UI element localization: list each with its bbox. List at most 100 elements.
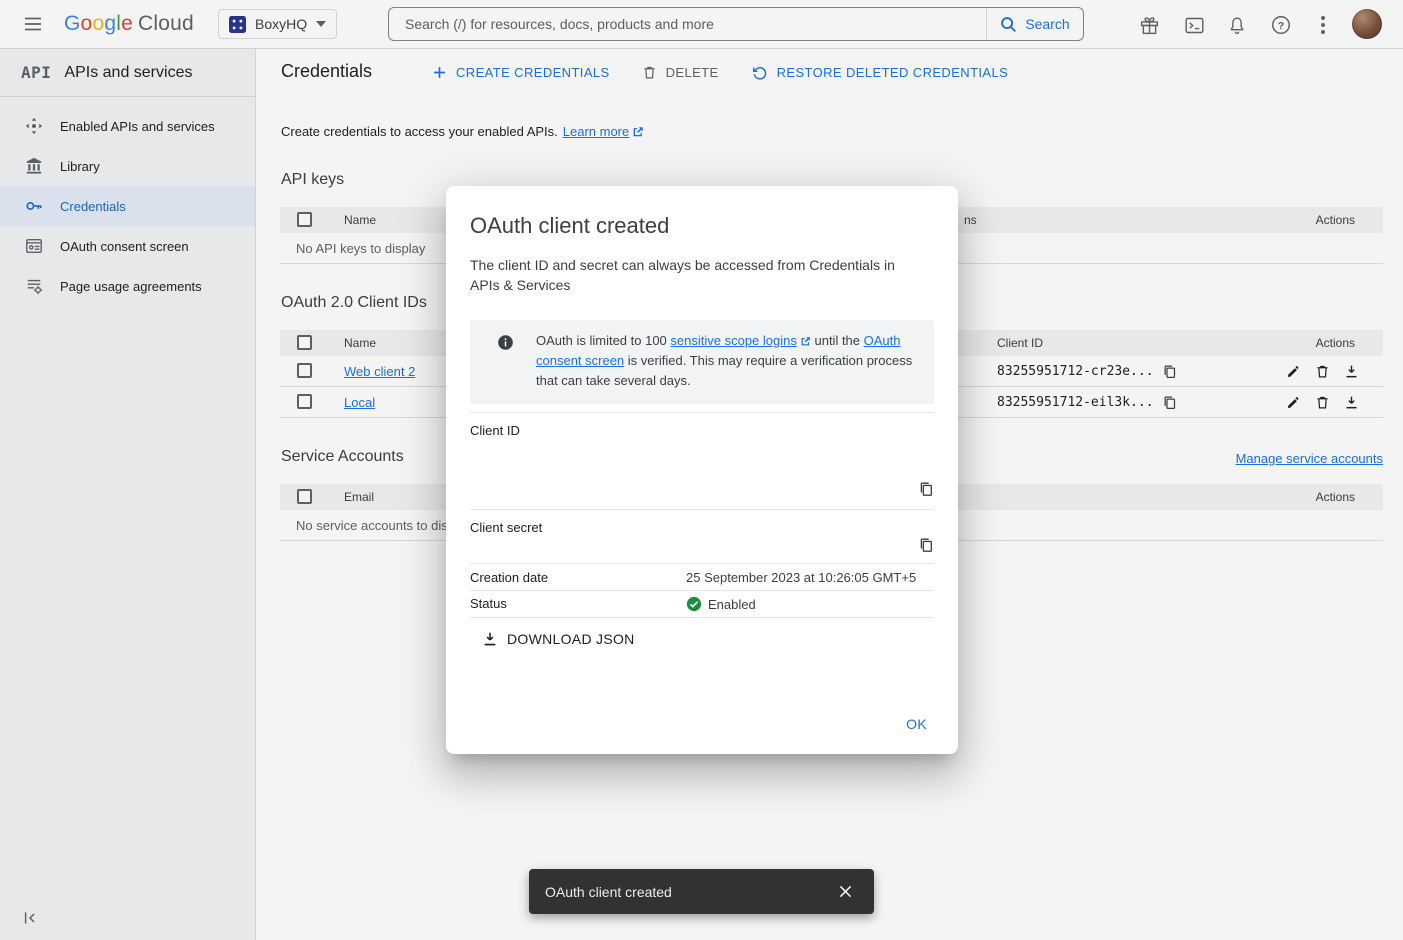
toast-message: OAuth client created (545, 884, 835, 900)
dialog-fields: Client ID Client secret (470, 412, 934, 618)
credentials-toolbar: CREATE CREDENTIALS DELETE RESTORE DELETE… (432, 49, 1008, 96)
column-header-actions: Actions (1316, 330, 1355, 356)
select-all-checkbox[interactable] (297, 212, 312, 227)
delete-icon (642, 65, 657, 80)
page-title: Credentials (281, 61, 372, 82)
creation-date-value: 25 September 2023 at 10:26:05 GMT+5 (686, 570, 934, 585)
sidebar-item-oauth-consent[interactable]: OAuth consent screen (0, 226, 255, 266)
sidebar-item-library[interactable]: Library (0, 146, 255, 186)
toast: OAuth client created (529, 869, 874, 914)
column-header-name: Name (344, 207, 376, 233)
copy-icon[interactable] (1162, 395, 1177, 410)
sidebar-item-label: OAuth consent screen (60, 239, 189, 254)
sidebar-item-credentials[interactable]: Credentials (0, 186, 255, 226)
copy-icon[interactable] (918, 481, 934, 497)
api-keys-heading: API keys (281, 171, 344, 189)
google-cloud-logo: Google Cloud (64, 0, 194, 48)
search-bar: Search (388, 7, 1084, 41)
hamburger-menu-icon[interactable] (18, 9, 48, 39)
status-value: Enabled (686, 596, 934, 612)
client-id-value: 83255951712-cr23e... (997, 364, 1154, 379)
help-icon[interactable]: ? (1268, 12, 1294, 38)
gift-icon[interactable] (1136, 12, 1162, 38)
check-circle-icon (686, 596, 702, 612)
more-vert-icon[interactable] (1313, 12, 1333, 38)
avatar[interactable] (1352, 9, 1382, 39)
cloud-logo-text: Cloud (138, 12, 194, 36)
enabled-apis-icon (25, 117, 43, 135)
ok-button[interactable]: OK (900, 712, 933, 736)
oauth-client-link[interactable]: Local (344, 395, 375, 410)
sidebar-item-page-usage[interactable]: Page usage agreements (0, 266, 255, 306)
api-logo: API (21, 63, 51, 82)
dialog-title: OAuth client created (470, 186, 934, 240)
search-button[interactable]: Search (986, 8, 1083, 40)
learn-more-link[interactable]: Learn more (563, 124, 644, 139)
project-icon (229, 16, 246, 33)
copy-icon[interactable] (918, 537, 934, 553)
plus-icon (432, 65, 447, 80)
row-checkbox[interactable] (297, 394, 312, 409)
sidebar-header: API APIs and services (0, 49, 255, 97)
download-json-button[interactable]: DOWNLOAD JSON (482, 628, 641, 650)
cloud-shell-icon[interactable] (1181, 12, 1207, 38)
search-input[interactable] (389, 8, 986, 40)
delete-icon[interactable] (1314, 363, 1330, 379)
column-header-name: Name (344, 330, 376, 356)
search-icon (1000, 16, 1017, 33)
close-icon[interactable] (835, 881, 856, 902)
creation-date-label: Creation date (470, 570, 686, 585)
library-icon (25, 157, 43, 175)
row-checkbox[interactable] (297, 363, 312, 378)
external-link-icon (800, 336, 811, 347)
download-icon[interactable] (1343, 363, 1359, 379)
google-cloud-console: Google Cloud BoxyHQ Search (0, 0, 1403, 940)
sidebar-nav: Enabled APIs and services Library Creden… (0, 97, 255, 306)
client-secret-row: Client secret (470, 509, 934, 563)
client-id-label: Client ID (470, 423, 686, 497)
client-secret-value-redacted (686, 520, 934, 553)
client-id-row: Client ID (470, 412, 934, 509)
info-text: OAuth is limited to 100 sensitive scope … (536, 331, 924, 391)
delete-icon[interactable] (1314, 394, 1330, 410)
select-all-checkbox[interactable] (297, 489, 312, 504)
sidebar-item-label: Credentials (60, 199, 126, 214)
service-accounts-heading: Service Accounts (281, 448, 404, 466)
client-id-value-redacted (686, 423, 934, 497)
delete-button[interactable]: DELETE (642, 65, 719, 80)
edit-icon[interactable] (1285, 363, 1301, 379)
key-icon (25, 197, 43, 215)
consent-screen-icon (25, 237, 43, 255)
chevron-down-icon (316, 21, 326, 27)
sidebar: API APIs and services Enabled APIs and s… (0, 49, 256, 940)
create-credentials-button[interactable]: CREATE CREDENTIALS (432, 65, 610, 80)
agreements-icon (25, 277, 43, 295)
oauth-clients-heading: OAuth 2.0 Client IDs (281, 294, 427, 312)
info-icon (497, 334, 514, 391)
edit-icon[interactable] (1285, 394, 1301, 410)
oauth-client-created-dialog: OAuth client created The client ID and s… (446, 186, 958, 754)
column-header-email: Email (344, 484, 374, 510)
status-row: Status Enabled (470, 590, 934, 618)
manage-service-accounts-link[interactable]: Manage service accounts (1236, 451, 1383, 466)
notifications-icon[interactable] (1224, 12, 1250, 38)
oauth-client-link[interactable]: Web client 2 (344, 364, 415, 379)
collapse-sidebar-icon[interactable] (22, 910, 38, 926)
intro-text: Create credentials to access your enable… (281, 124, 644, 139)
top-app-bar: Google Cloud BoxyHQ Search (0, 0, 1403, 49)
sensitive-scope-logins-link[interactable]: sensitive scope logins (670, 331, 810, 351)
project-selector[interactable]: BoxyHQ (218, 9, 337, 39)
restore-deleted-credentials-button[interactable]: RESTORE DELETED CREDENTIALS (751, 64, 1009, 81)
svg-text:?: ? (1278, 20, 1284, 32)
sidebar-item-enabled-apis[interactable]: Enabled APIs and services (0, 106, 255, 146)
download-icon[interactable] (1343, 394, 1359, 410)
search-button-label: Search (1025, 16, 1069, 32)
sidebar-item-label: Enabled APIs and services (60, 119, 215, 134)
sidebar-item-label: Page usage agreements (60, 279, 202, 294)
creation-date-row: Creation date 25 September 2023 at 10:26… (470, 563, 934, 590)
restore-icon (751, 64, 768, 81)
copy-icon[interactable] (1162, 364, 1177, 379)
select-all-checkbox[interactable] (297, 335, 312, 350)
column-header-actions: Actions (1316, 207, 1355, 233)
dialog-description: The client ID and secret can always be a… (470, 255, 920, 295)
